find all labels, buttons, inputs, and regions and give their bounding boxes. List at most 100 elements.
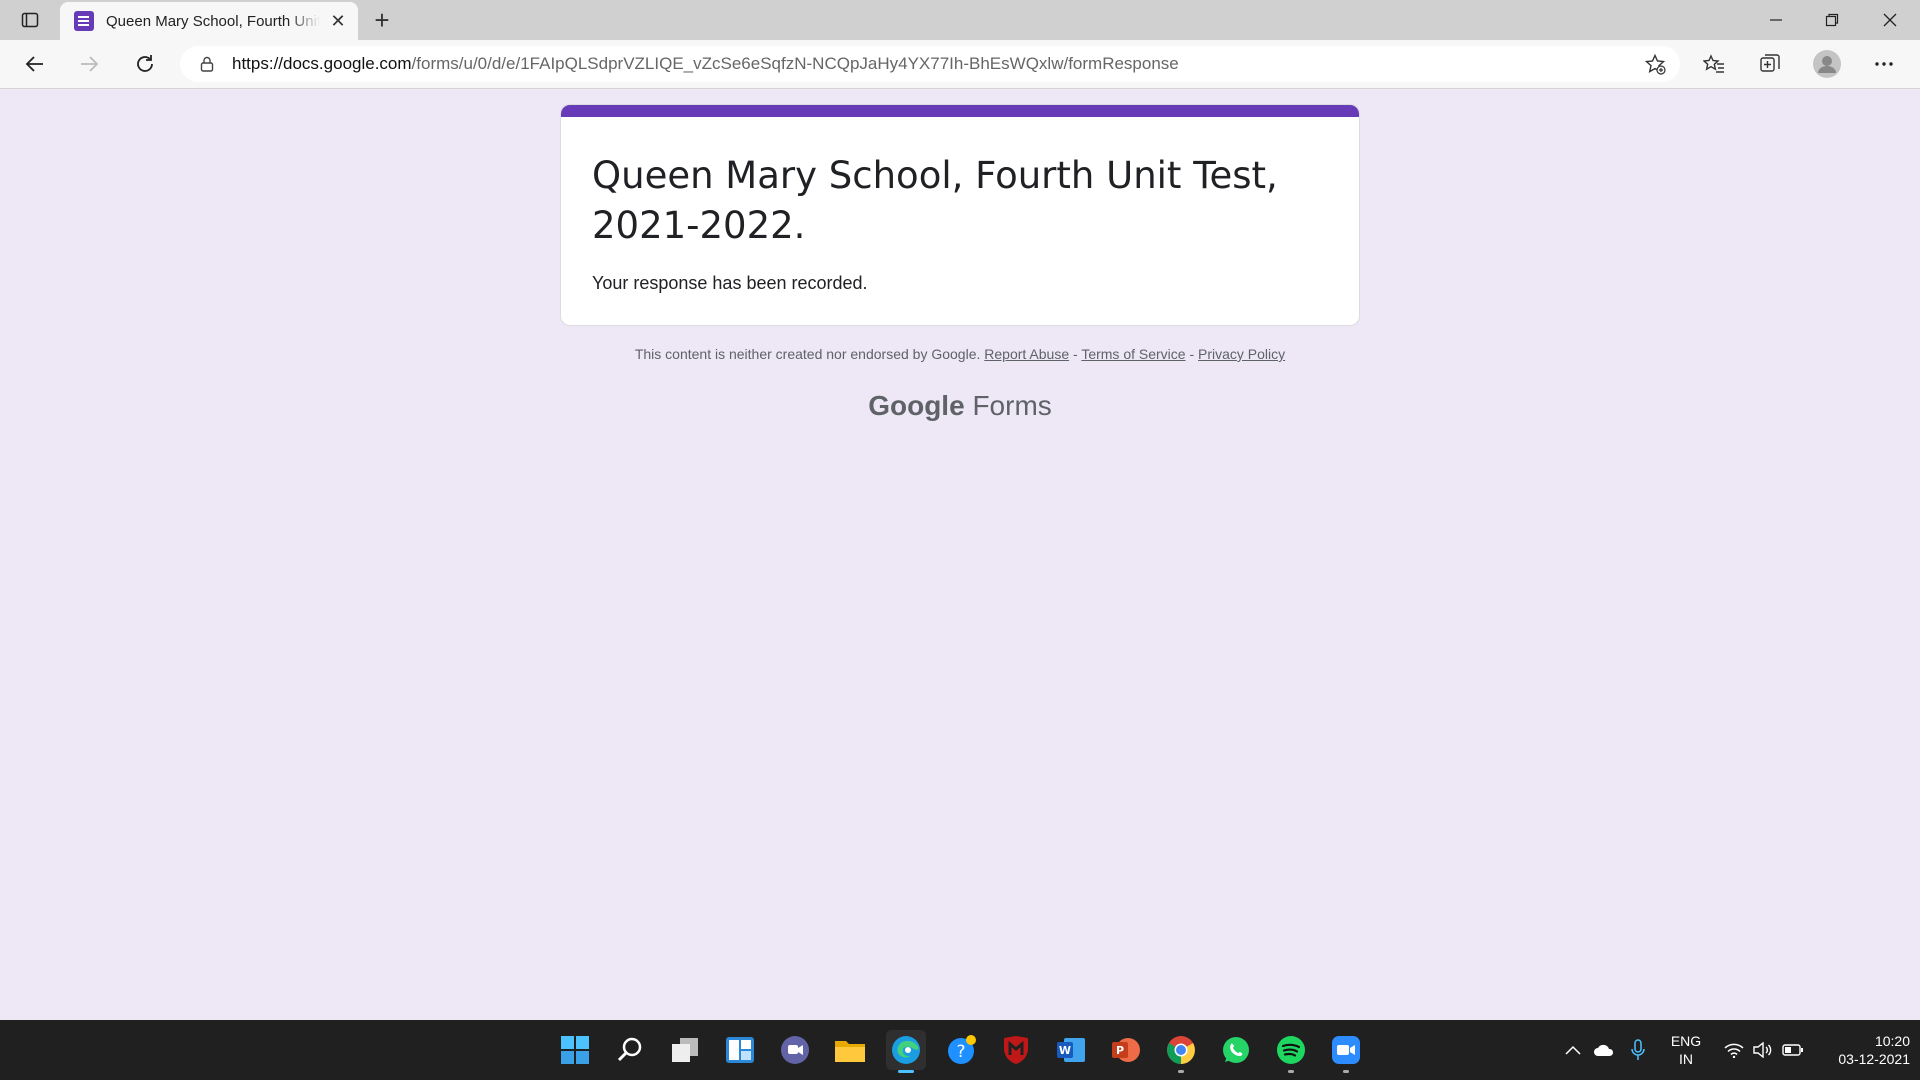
- windows-start-button[interactable]: [555, 1030, 595, 1070]
- terms-of-service-link[interactable]: Terms of Service: [1081, 346, 1185, 362]
- date-text: 03-12-2021: [1838, 1051, 1910, 1067]
- tab-close-icon[interactable]: ✕: [328, 11, 348, 31]
- help-button[interactable]: ?: [942, 1030, 982, 1070]
- battery-button[interactable]: [1778, 1020, 1808, 1080]
- teams-chat-button[interactable]: [775, 1030, 815, 1070]
- widgets-icon: [726, 1037, 754, 1063]
- disclaimer-text: This content is neither created nor endo…: [634, 346, 981, 362]
- speaker-icon: [1753, 1042, 1772, 1058]
- close-window-button[interactable]: [1862, 0, 1918, 40]
- google-forms-logo[interactable]: Google Forms: [560, 390, 1360, 422]
- chrome-icon: [1167, 1036, 1195, 1064]
- clock[interactable]: 10:20 03-12-2021: [1810, 1032, 1910, 1068]
- minimize-button[interactable]: [1748, 0, 1804, 40]
- language-code: ENG: [1670, 1033, 1702, 1049]
- forms-wordmark: Forms: [972, 390, 1052, 421]
- close-icon: [1883, 13, 1897, 27]
- cloud-icon: [1594, 1044, 1614, 1056]
- google-forms-favicon-icon: [74, 11, 94, 31]
- privacy-policy-link[interactable]: Privacy Policy: [1198, 346, 1285, 362]
- volume-button[interactable]: [1750, 1020, 1776, 1080]
- help-icon: ?: [948, 1035, 976, 1064]
- whatsapp-button[interactable]: [1216, 1030, 1256, 1070]
- form-confirmation-card: Queen Mary School, Fourth Unit Test, 202…: [560, 104, 1360, 326]
- region-code: IN: [1679, 1051, 1693, 1067]
- powerpoint-icon: P: [1112, 1038, 1140, 1062]
- show-hidden-icons-button[interactable]: [1560, 1020, 1586, 1080]
- more-dots-icon: [1875, 62, 1893, 66]
- form-footer: This content is neither created nor endo…: [560, 346, 1360, 362]
- refresh-icon: [137, 55, 153, 72]
- edge-taskbar-button[interactable]: [886, 1030, 926, 1073]
- favorites-icon: [1703, 54, 1724, 73]
- lock-icon[interactable]: [198, 55, 216, 73]
- url-domain: https://docs.google.com: [232, 54, 412, 73]
- footer-separator: -: [1073, 346, 1078, 362]
- url-text[interactable]: https://docs.google.com/forms/u/0/d/e/1F…: [232, 54, 1179, 74]
- browser-toolbar: https://docs.google.com/forms/u/0/d/e/1F…: [0, 40, 1920, 89]
- spotify-icon: [1277, 1036, 1305, 1064]
- microphone-icon: [1631, 1039, 1645, 1060]
- favorites-button[interactable]: [1697, 48, 1731, 80]
- wifi-icon: [1724, 1043, 1744, 1058]
- tab-title: Queen Mary School, Fourth Unit Test, 202…: [106, 12, 320, 30]
- forward-button[interactable]: [72, 48, 106, 80]
- restore-icon: [1825, 13, 1839, 27]
- back-button[interactable]: [18, 48, 52, 80]
- tab-actions-button[interactable]: [0, 0, 60, 40]
- forward-arrow-icon: [81, 56, 99, 72]
- windows-start-icon: [561, 1036, 589, 1064]
- microphone-button[interactable]: [1624, 1020, 1652, 1080]
- minimize-icon: [1770, 19, 1782, 21]
- form-title: Queen Mary School, Fourth Unit Test, 202…: [592, 154, 1278, 247]
- edge-icon: [892, 1036, 920, 1064]
- mcafee-icon: [1004, 1036, 1028, 1064]
- task-view-icon: [672, 1038, 698, 1062]
- svg-text:?: ?: [956, 1042, 965, 1062]
- widgets-button[interactable]: [720, 1030, 760, 1070]
- windows-taskbar: ? W P ENG IN 10:20 03-12-2021: [0, 1020, 1920, 1080]
- mcafee-button[interactable]: [996, 1030, 1036, 1070]
- spotify-button[interactable]: [1271, 1030, 1311, 1073]
- url-path: /forms/u/0/d/e/1FAIpQLSdprVZLIQE_vZcSe6e…: [411, 54, 1179, 73]
- address-bar[interactable]: https://docs.google.com/forms/u/0/d/e/1F…: [180, 46, 1680, 82]
- active-tab[interactable]: Queen Mary School, Fourth Unit Test, 202…: [60, 2, 358, 40]
- onedrive-button[interactable]: [1588, 1020, 1620, 1080]
- battery-icon: [1782, 1044, 1803, 1056]
- chrome-button[interactable]: [1161, 1030, 1201, 1073]
- restore-button[interactable]: [1804, 0, 1860, 40]
- task-view-button[interactable]: [665, 1030, 705, 1070]
- whatsapp-icon: [1223, 1037, 1249, 1063]
- word-icon: W: [1057, 1038, 1085, 1062]
- chevron-up-icon: [1565, 1045, 1581, 1055]
- time-text: 10:20: [1874, 1033, 1910, 1049]
- teams-chat-icon: [781, 1036, 809, 1064]
- refresh-button[interactable]: [128, 48, 162, 80]
- add-favorite-button[interactable]: [1638, 48, 1672, 80]
- powerpoint-button[interactable]: P: [1106, 1030, 1146, 1070]
- form-accent-bar: [561, 105, 1359, 117]
- wifi-button[interactable]: [1720, 1020, 1748, 1080]
- settings-more-button[interactable]: [1867, 48, 1901, 80]
- search-icon: [617, 1037, 642, 1062]
- footer-separator: -: [1189, 346, 1195, 362]
- google-wordmark: Google: [868, 390, 965, 421]
- svg-text:P: P: [1116, 1044, 1124, 1057]
- language-indicator[interactable]: ENG IN: [1658, 1032, 1714, 1068]
- word-button[interactable]: W: [1051, 1030, 1091, 1070]
- back-arrow-icon: [25, 56, 43, 72]
- collections-button[interactable]: [1753, 48, 1787, 80]
- zoom-button[interactable]: [1326, 1030, 1366, 1073]
- avatar-icon: [1813, 50, 1841, 78]
- svg-text:W: W: [1059, 1044, 1071, 1057]
- collections-icon: [1760, 54, 1780, 72]
- confirmation-message: Your response has been recorded.: [592, 273, 868, 293]
- profile-button[interactable]: [1810, 48, 1844, 80]
- tab-actions-icon: [21, 12, 39, 28]
- star-add-icon: [1644, 53, 1666, 75]
- report-abuse-link[interactable]: Report Abuse: [984, 346, 1069, 362]
- search-button[interactable]: [610, 1030, 650, 1070]
- file-explorer-icon: [835, 1041, 865, 1062]
- new-tab-button[interactable]: +: [366, 4, 398, 36]
- file-explorer-button[interactable]: [830, 1030, 870, 1070]
